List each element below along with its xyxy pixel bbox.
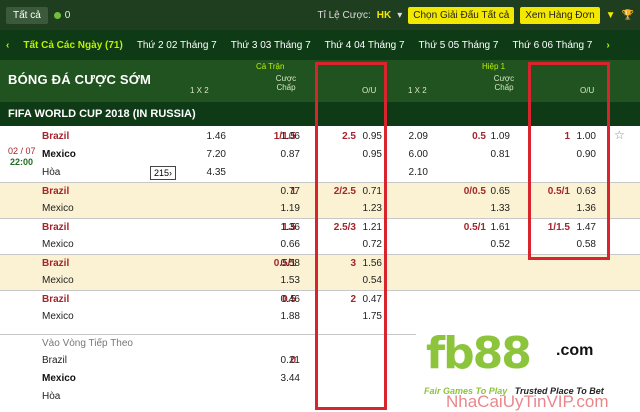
match-date: 02 / 07 [8, 146, 36, 156]
trophy-icon[interactable]: 🏆 [622, 10, 634, 21]
status-dot-icon [53, 11, 61, 19]
match-time: 22:00 [10, 157, 34, 167]
odds-type-label: Tỉ Lệ Cược: [317, 9, 371, 21]
team-name: Mexico [42, 203, 74, 214]
odds-value[interactable]: 1.88 [270, 311, 300, 322]
tab-all-days[interactable]: Tất Cả Các Ngày (71) [23, 40, 122, 51]
tab-day-4[interactable]: Thứ 5 05 Tháng 7 [419, 40, 499, 51]
odds-value[interactable]: 0.21 [270, 355, 300, 366]
favorite-star-icon[interactable]: ☆ [614, 128, 625, 142]
tab-day-2[interactable]: Thứ 3 03 Tháng 7 [231, 40, 311, 51]
fb88-ad-banner[interactable]: fb88 .com Fair Games To Play Trusted Pla… [416, 320, 640, 412]
view-orders-button[interactable]: Xem Hàng Đơn [520, 6, 600, 24]
section-label: Vào Vòng Tiếp Theo [42, 338, 133, 349]
team-name: Hòa [42, 391, 61, 402]
selection-count: 0 [64, 9, 71, 21]
col-1x2-full: 1 X 2 [190, 86, 209, 95]
odds-value[interactable]: 6.00 [398, 149, 428, 160]
odds-value[interactable]: 3.44 [270, 373, 300, 384]
odds-value[interactable]: 1.61 [480, 222, 510, 233]
ad-domain: .com [556, 342, 594, 359]
chevron-left-icon[interactable]: ‹ [6, 40, 9, 51]
select-league-button[interactable]: Chọn Giải Đấu Tất cả [408, 6, 515, 24]
date-tabs: ‹ Tất Cả Các Ngày (71) Thứ 2 02 Tháng 7 … [0, 30, 640, 60]
odds-value[interactable]: 0.46 [270, 294, 300, 305]
tab-day-3[interactable]: Thứ 4 04 Tháng 7 [325, 40, 405, 51]
odds-value[interactable]: 1.53 [270, 275, 300, 286]
chevron-down-icon: ▾ [397, 9, 403, 21]
page-title: BÓNG ĐÁ CƯỢC SỚM [8, 72, 152, 87]
odds-value[interactable]: 1.09 [480, 131, 510, 142]
first-half-header: Hiệp 1 [482, 62, 506, 71]
odds-type-selector[interactable]: Tỉ Lệ Cược: HK ▾ [318, 10, 403, 21]
team-name: Brazil [42, 294, 70, 305]
tab-day-5[interactable]: Thứ 6 06 Tháng 7 [512, 40, 592, 51]
team-name: Mexico [42, 373, 76, 384]
team-name: Mexico [42, 311, 74, 322]
odds-value[interactable]: 0.87 [270, 149, 300, 160]
selection-counter: 0 [53, 9, 71, 21]
team-name: Brazil [42, 222, 70, 233]
col-1x2-half: 1 X 2 [408, 86, 427, 95]
chevron-right-icon[interactable]: › [606, 40, 609, 51]
select-league-value: Tất cả [481, 9, 510, 21]
watermark-text: NhaCaiUyTinVIP.com [446, 392, 609, 411]
tab-day-1[interactable]: Thứ 2 02 Tháng 7 [137, 40, 217, 51]
highlight-box-ou-full [315, 62, 387, 410]
chevron-right-icon: › [169, 168, 173, 178]
highlight-box-ou-half [528, 62, 610, 260]
menu-icon[interactable]: ▼ [606, 10, 616, 21]
odds-value[interactable]: 2.09 [398, 131, 428, 142]
odds-value[interactable]: 0.58 [270, 258, 300, 269]
odds-value[interactable]: 1.33 [480, 203, 510, 214]
odds-value[interactable]: 0.81 [480, 149, 510, 160]
more-bets-count: 215 [154, 168, 170, 178]
team-name: Brazil [42, 258, 70, 269]
odds-value[interactable]: 1.06 [270, 131, 300, 142]
team-name: Mexico [42, 239, 74, 250]
odds-value[interactable]: 0.66 [270, 239, 300, 250]
top-bar: Tất cả 0 Tỉ Lệ Cược: HK ▾ Chọn Giải Đấu Tấ… [0, 0, 640, 30]
odds-value[interactable]: 0.65 [480, 186, 510, 197]
odds-value[interactable]: 0.77 [270, 186, 300, 197]
team-name: Brazil [42, 131, 70, 142]
odds-value[interactable]: 2.10 [398, 167, 428, 178]
filter-all-button[interactable]: Tất cả [6, 6, 48, 24]
odds-value[interactable]: 1.36 [270, 222, 300, 233]
odds-value[interactable]: 4.35 [196, 167, 226, 178]
team-name: Hòa [42, 167, 61, 178]
team-name: Brazil [42, 355, 68, 366]
col-handicap-half: Cược Chấp [493, 74, 515, 92]
odds-type-value: HK [376, 9, 392, 21]
odds-value[interactable]: 1.46 [196, 131, 226, 142]
fb88-logo: fb88 [426, 328, 532, 379]
full-time-header: Cả Trận [256, 62, 285, 71]
team-name: Mexico [42, 149, 76, 160]
more-bets-button[interactable]: 215› [150, 166, 177, 180]
odds-value[interactable]: 0.52 [480, 239, 510, 250]
team-name: Mexico [42, 275, 74, 286]
select-league-label: Chọn Giải Đấu [413, 9, 479, 21]
team-name: Brazil [42, 186, 70, 197]
col-handicap-full: Cược Chấp [275, 74, 297, 92]
odds-value[interactable]: 7.20 [196, 149, 226, 160]
odds-value[interactable]: 1.19 [270, 203, 300, 214]
